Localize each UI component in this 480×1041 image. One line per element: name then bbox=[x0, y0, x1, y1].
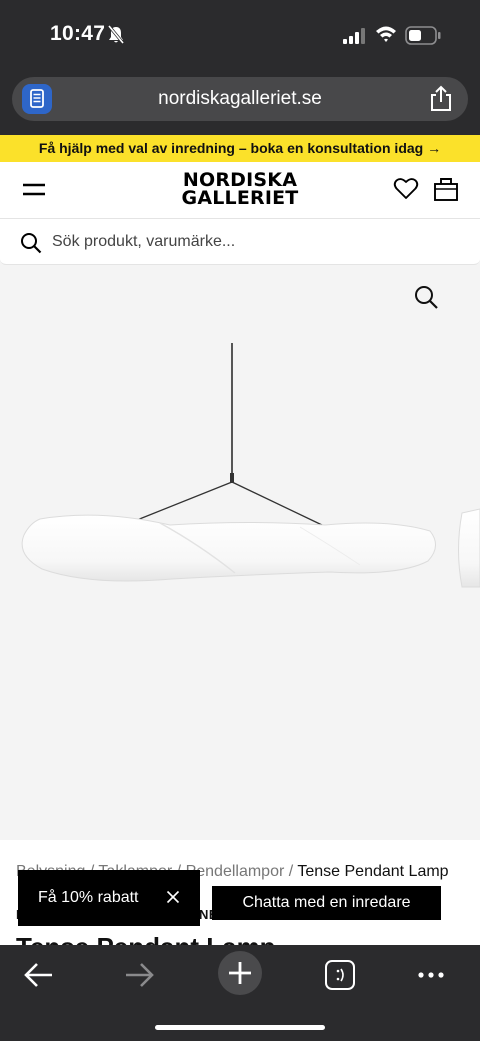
new-tab-button[interactable] bbox=[218, 951, 262, 995]
promo-text[interactable]: Få hjälp med val av inredning – boka en … bbox=[0, 140, 480, 156]
address-bar[interactable]: nordiskagalleriet.se bbox=[12, 77, 468, 121]
wifi-icon bbox=[376, 26, 396, 42]
logo-line-2: GALLERIET bbox=[181, 187, 299, 209]
share-icon[interactable] bbox=[428, 85, 454, 113]
search-input[interactable] bbox=[52, 229, 452, 255]
discount-popup[interactable]: Få 10% rabatt bbox=[18, 870, 200, 926]
forward-arrow-icon[interactable] bbox=[116, 955, 162, 995]
tabs-icon[interactable] bbox=[317, 955, 363, 995]
search-bar[interactable] bbox=[0, 218, 480, 265]
back-arrow-icon[interactable] bbox=[16, 955, 62, 995]
search-icon bbox=[21, 233, 42, 254]
site-logo[interactable]: NORDISKA GALLERIET bbox=[166, 171, 314, 209]
home-indicator bbox=[155, 1025, 325, 1030]
plus-icon bbox=[229, 962, 251, 984]
status-time: 10:47 bbox=[50, 22, 106, 45]
zoom-icon[interactable] bbox=[413, 284, 439, 310]
url-text[interactable]: nordiskagalleriet.se bbox=[72, 88, 408, 110]
chat-button[interactable]: Chatta med en inredare bbox=[212, 886, 441, 920]
reader-icon[interactable] bbox=[22, 84, 52, 114]
close-icon[interactable] bbox=[166, 890, 180, 904]
bell-slash-icon bbox=[107, 25, 125, 44]
site-header: NORDISKA GALLERIET bbox=[0, 162, 480, 218]
status-bar: 10:47 bbox=[0, 0, 480, 70]
breadcrumb-current: Tense Pendant Lamp bbox=[297, 863, 449, 880]
breadcrumb-link-pendellampor[interactable]: Pendellampor bbox=[186, 863, 285, 880]
discount-label[interactable]: Få 10% rabatt bbox=[38, 889, 139, 907]
browser-bottom-toolbar bbox=[0, 945, 480, 1041]
signal-icon bbox=[343, 28, 365, 44]
product-title: Tense Pendant Lamp bbox=[16, 932, 276, 945]
product-image bbox=[21, 343, 480, 588]
heart-icon[interactable] bbox=[393, 177, 419, 201]
menu-icon[interactable] bbox=[22, 180, 46, 200]
battery-icon bbox=[405, 26, 441, 45]
browser-top-chrome: 10:47 nordiskagalleriet.se bbox=[0, 0, 480, 135]
bag-icon[interactable] bbox=[433, 176, 459, 202]
product-image-gallery[interactable] bbox=[0, 265, 480, 840]
more-icon[interactable] bbox=[408, 955, 454, 995]
promo-banner[interactable]: Få hjälp med val av inredning – boka en … bbox=[0, 135, 480, 162]
